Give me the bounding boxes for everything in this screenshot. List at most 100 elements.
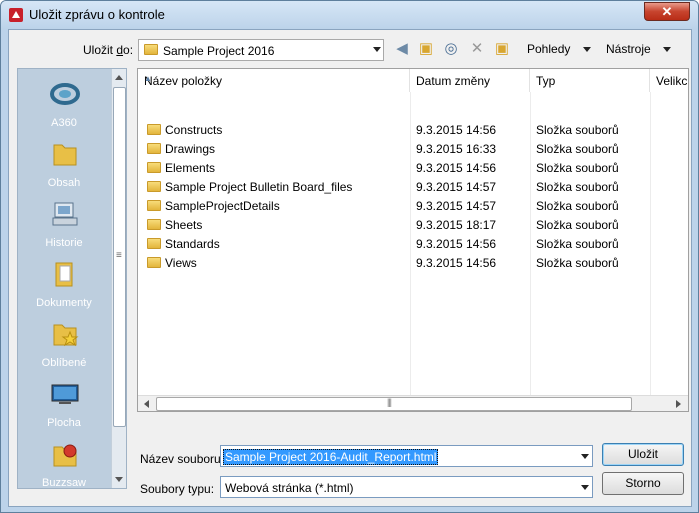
table-row[interactable]: Constructs 9.3.2015 14:56 Složka souborů xyxy=(138,121,688,140)
a360-icon xyxy=(50,83,80,105)
row-name: Sample Project Bulletin Board_files xyxy=(165,180,353,194)
row-name: SampleProjectDetails xyxy=(165,199,280,213)
autodesk-app-icon xyxy=(9,8,23,22)
places-scrollbar[interactable] xyxy=(111,69,126,488)
scrollbar-thumb[interactable] xyxy=(156,397,632,411)
row-type: Složka souborů xyxy=(536,256,619,270)
back-arrow-icon[interactable]: ◀ xyxy=(393,40,411,58)
table-row[interactable]: Sample Project Bulletin Board_files 9.3.… xyxy=(138,178,688,197)
desktop-icon xyxy=(51,384,79,404)
place-historie[interactable]: Historie xyxy=(18,199,110,259)
filetype-select[interactable]: Webová stránka (*.html) xyxy=(220,476,593,498)
chevron-down-icon[interactable] xyxy=(581,485,589,490)
place-buzzsaw[interactable]: Buzzsaw xyxy=(18,439,110,489)
scrollbar-thumb[interactable] xyxy=(113,87,126,427)
filetype-value: Webová stránka (*.html) xyxy=(225,481,354,495)
save-in-value: Sample Project 2016 xyxy=(163,44,275,58)
folder-icon xyxy=(147,162,161,173)
scroll-down-icon[interactable] xyxy=(115,477,123,482)
folder-icon xyxy=(147,143,161,154)
folder-icon xyxy=(147,238,161,249)
scroll-right-icon[interactable] xyxy=(676,400,681,408)
row-date: 9.3.2015 14:56 xyxy=(416,161,497,175)
chevron-down-icon[interactable] xyxy=(581,454,589,459)
filename-input[interactable]: Sample Project 2016-Audit_Report.html xyxy=(220,445,593,467)
history-icon xyxy=(52,202,78,226)
column-header-date[interactable]: Datum změny xyxy=(410,69,530,92)
row-date: 9.3.2015 18:17 xyxy=(416,218,497,232)
save-in-label: Uložit do: xyxy=(83,43,134,57)
chevron-down-icon[interactable] xyxy=(373,47,381,52)
save-dialog: Uložit zprávu o kontrole ✕ Uložit do: Sa… xyxy=(0,0,699,513)
row-type: Složka souborů xyxy=(536,237,619,251)
dialog-client: Uložit do: Sample Project 2016 ◀ ▣ ◎ ✕ ▣… xyxy=(8,29,692,507)
title-bar: Uložit zprávu o kontrole ✕ xyxy=(1,1,698,29)
row-date: 9.3.2015 14:56 xyxy=(416,237,497,251)
column-header-name[interactable]: Název položky ▲ xyxy=(138,69,410,92)
folder-icon xyxy=(147,181,161,192)
folder-icon xyxy=(147,124,161,135)
places-bar: A360 Obsah Historie Dokumenty Oblíbené P… xyxy=(17,68,127,489)
place-label: Buzzsaw xyxy=(41,477,87,489)
cancel-button[interactable]: Storno xyxy=(602,472,684,495)
row-name: Elements xyxy=(165,161,216,175)
place-dokumenty[interactable]: Dokumenty xyxy=(18,259,110,319)
window-title: Uložit zprávu o kontrole xyxy=(29,7,165,22)
buzzsaw-icon xyxy=(53,444,77,467)
row-date: 9.3.2015 16:33 xyxy=(416,142,497,156)
place-label: A360 xyxy=(51,117,77,129)
folder-icon xyxy=(147,257,161,268)
tools-chevron-down-icon[interactable] xyxy=(663,47,671,52)
place-label: Plocha xyxy=(47,417,81,429)
row-name: Drawings xyxy=(165,142,216,156)
row-type: Složka souborů xyxy=(536,199,619,213)
table-row[interactable]: Standards 9.3.2015 14:56 Složka souborů xyxy=(138,235,688,254)
favorites-icon xyxy=(53,324,79,347)
file-list: Název položky ▲ Datum změny Typ Velikc C… xyxy=(137,68,689,412)
place-obsah[interactable]: Obsah xyxy=(18,139,110,199)
row-type: Složka souborů xyxy=(536,180,619,194)
place-a360[interactable]: A360 xyxy=(18,79,110,139)
views-chevron-down-icon[interactable] xyxy=(583,47,591,52)
filename-value: Sample Project 2016-Audit_Report.html xyxy=(223,449,439,465)
documents-icon xyxy=(55,262,73,287)
up-folder-icon[interactable]: ▣ xyxy=(417,40,435,58)
place-plocha[interactable]: Plocha xyxy=(18,379,110,439)
search-web-icon[interactable]: ◎ xyxy=(442,40,460,58)
table-row[interactable]: Elements 9.3.2015 14:56 Složka souborů xyxy=(138,159,688,178)
save-button[interactable]: Uložit xyxy=(602,443,684,466)
place-label: Oblíbené xyxy=(41,357,87,369)
table-row[interactable]: Drawings 9.3.2015 16:33 Složka souborů xyxy=(138,140,688,159)
row-type: Složka souborů xyxy=(536,142,619,156)
row-date: 9.3.2015 14:56 xyxy=(416,123,497,137)
new-folder-icon[interactable]: ▣ xyxy=(493,40,511,58)
views-menu[interactable]: Pohledy xyxy=(527,42,570,56)
delete-icon[interactable]: ✕ xyxy=(468,40,486,58)
scroll-up-icon[interactable] xyxy=(115,75,123,80)
folder-icon xyxy=(147,219,161,230)
filetype-label: Soubory typu: xyxy=(140,482,215,496)
row-date: 9.3.2015 14:57 xyxy=(416,180,497,194)
horizontal-scrollbar[interactable] xyxy=(138,395,688,411)
save-in-combo[interactable]: Sample Project 2016 xyxy=(138,39,384,61)
close-button[interactable]: ✕ xyxy=(644,2,690,21)
row-date: 9.3.2015 14:57 xyxy=(416,199,497,213)
row-name: Standards xyxy=(165,237,220,251)
scroll-left-icon[interactable] xyxy=(144,400,149,408)
row-type: Složka souborů xyxy=(536,218,619,232)
folder-icon xyxy=(53,144,77,166)
table-row[interactable]: Sheets 9.3.2015 18:17 Složka souborů xyxy=(138,216,688,235)
tools-menu[interactable]: Nástroje xyxy=(606,42,651,56)
place-label: Dokumenty xyxy=(36,297,92,309)
place-oblibene[interactable]: Oblíbené xyxy=(18,319,110,379)
row-type: Složka souborů xyxy=(536,123,619,137)
row-name: Views xyxy=(165,256,197,270)
table-row[interactable]: SampleProjectDetails 9.3.2015 14:57 Slož… xyxy=(138,197,688,216)
column-header-size[interactable]: Velikc xyxy=(650,69,688,92)
table-row[interactable]: Views 9.3.2015 14:56 Složka souborů xyxy=(138,254,688,273)
place-label: Historie xyxy=(45,237,83,249)
row-name: Sheets xyxy=(165,218,203,232)
row-name: Constructs xyxy=(165,123,223,137)
filename-label: Název souboru: xyxy=(140,452,225,466)
column-header-type[interactable]: Typ xyxy=(530,69,650,92)
